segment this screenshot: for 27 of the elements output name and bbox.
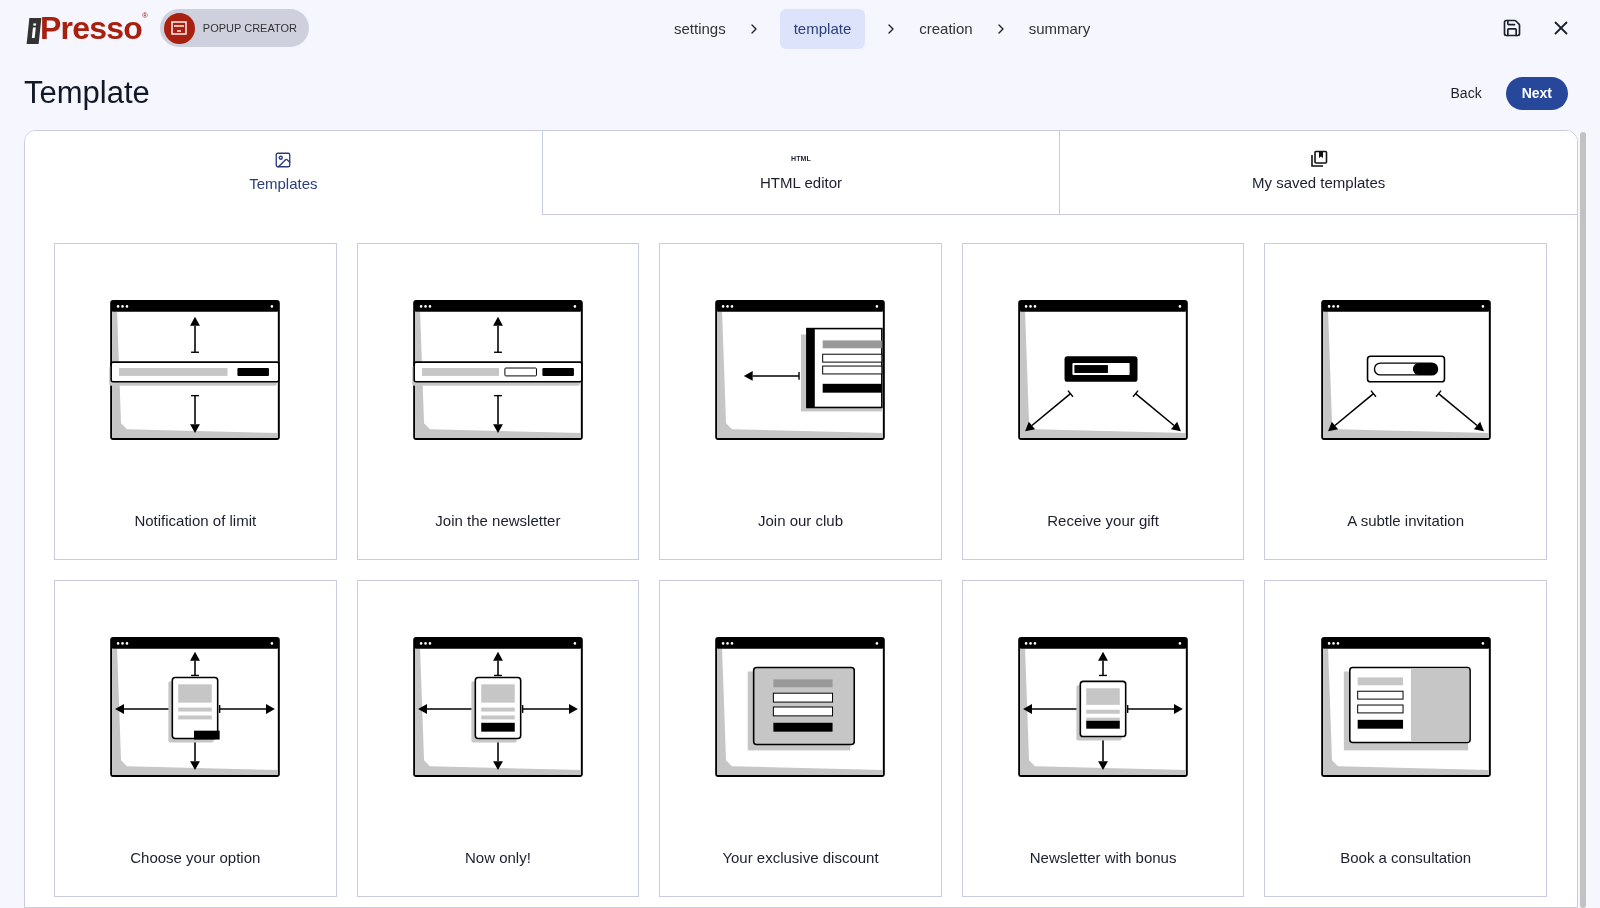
template-card[interactable]: A subtle invitation bbox=[1264, 243, 1547, 560]
registered-mark: ® bbox=[141, 10, 148, 20]
template-card[interactable]: Receive your gift bbox=[961, 243, 1245, 560]
module-name: POPUP CREATOR bbox=[202, 20, 297, 36]
step-tab[interactable]: template bbox=[779, 9, 866, 49]
step-tab[interactable]: settings bbox=[672, 9, 728, 49]
template-card[interactable]: Your exclusive discount bbox=[659, 580, 942, 897]
template-card[interactable]: Newsletter with bonus bbox=[961, 580, 1245, 897]
popup-window-icon bbox=[163, 12, 195, 44]
image-icon bbox=[274, 150, 293, 169]
template-card[interactable]: Choose your option bbox=[54, 580, 337, 897]
logo-mark: i bbox=[26, 18, 42, 44]
logo-text: Presso bbox=[40, 10, 142, 46]
panel-tab[interactable]: My saved templates bbox=[1059, 131, 1577, 215]
scrollbar[interactable] bbox=[1580, 132, 1586, 908]
template-card[interactable]: Join our club bbox=[659, 243, 942, 560]
page-title: Template bbox=[24, 73, 150, 112]
template-card[interactable]: Join the newsletter bbox=[356, 243, 640, 560]
stacked-pages-icon bbox=[1309, 150, 1328, 169]
next-button[interactable]: Next bbox=[1505, 76, 1568, 110]
template-card[interactable]: Book a consultation bbox=[1264, 580, 1547, 897]
step-tab[interactable]: summary bbox=[1026, 9, 1093, 49]
save-button[interactable] bbox=[1502, 18, 1522, 38]
step-tab[interactable]: creation bbox=[917, 9, 975, 49]
back-button[interactable]: Back bbox=[1442, 76, 1490, 110]
template-card[interactable]: Now only! bbox=[356, 580, 640, 897]
template-card[interactable]: Notification of limit bbox=[54, 243, 337, 560]
